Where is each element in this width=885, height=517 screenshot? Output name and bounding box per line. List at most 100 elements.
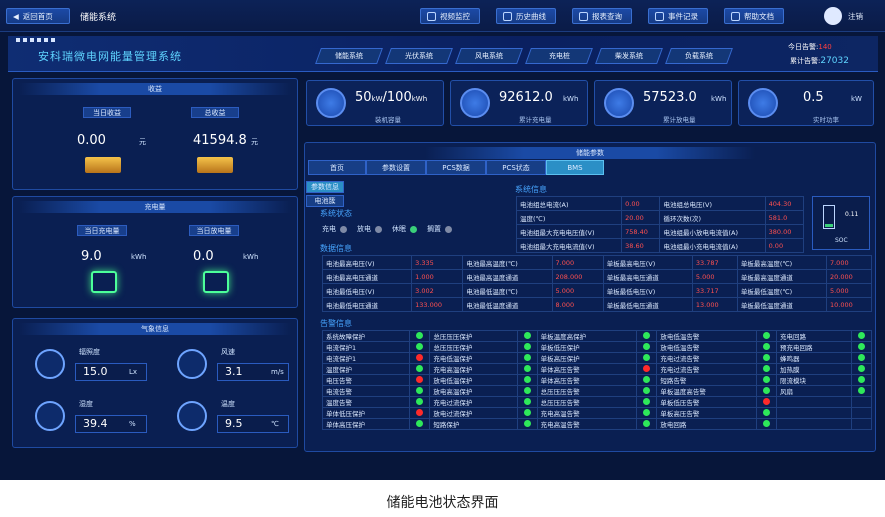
tab-storage[interactable]: 储能系统 (315, 48, 383, 64)
alarm-indicator (409, 352, 431, 364)
table-cell: 208.000 (551, 269, 604, 284)
alarm-label: 充电回路 (776, 330, 852, 342)
alarm-dot (643, 397, 651, 405)
help-doc-button[interactable]: 帮助文档 (724, 8, 784, 24)
alarm-label: 单板高压告警 (656, 407, 757, 419)
weather-title: 气象信息 (19, 323, 291, 335)
power-wave-icon (748, 88, 778, 118)
total-alarm-label: 累计告警: (790, 57, 821, 65)
total-alarm: 累计告警:27032 (790, 56, 849, 66)
power-card: 0.5 kW 实时功率 (738, 80, 874, 126)
total-discharge-value: 57523.0 (643, 90, 697, 105)
back-home-button[interactable]: ◀ 返回首页 (6, 8, 70, 24)
today-alarm: 今日告警:140 (788, 42, 832, 52)
alarm-label: 风扇 (776, 385, 852, 397)
alarm-indicator (756, 374, 777, 386)
alarm-label: 单板低压告警 (656, 396, 757, 408)
alarm-dot (858, 364, 865, 372)
alarm-indicator (756, 330, 777, 342)
alarm-indicator (409, 374, 431, 386)
alarm-dot (643, 353, 651, 361)
alarm-dot (523, 408, 531, 416)
table-cell: 133.000 (411, 297, 464, 312)
side-tab-cluster[interactable]: 电池簇 (306, 195, 344, 207)
alarm-label: 总压压压告警 (536, 396, 638, 408)
alarm-indicator (756, 352, 777, 364)
income-panel: 收益 当日收益 总收益 0.00 元 41594.8 元 (12, 78, 298, 190)
title-decoration (16, 38, 56, 42)
total-income-unit: 元 (251, 138, 258, 146)
table-cell: 0.00 (621, 196, 661, 211)
soc-fill (825, 224, 833, 227)
tab-home[interactable]: 首页 (308, 160, 366, 175)
tab-pcs-data[interactable]: PCS数据 (426, 160, 486, 175)
tab-load[interactable]: 负载系统 (665, 48, 733, 64)
table-cell: 电池组最小放电电流值(A) (659, 224, 766, 239)
alarm-indicator (636, 396, 658, 408)
video-monitor-button[interactable]: 视频监控 (420, 8, 480, 24)
alarm-dot (416, 397, 424, 405)
table-row: 电压告警 放电低温保护 单体高压告警 短路告警 限流模块 (321, 374, 872, 386)
status-item: 放电 (357, 224, 382, 234)
alarm-dot (416, 342, 424, 350)
alarm-label: 单体高压告警 (536, 374, 638, 386)
tab-bms[interactable]: BMS (546, 160, 604, 175)
alarm-label: 充电高温告警 (536, 407, 638, 419)
today-income-unit: 元 (139, 138, 146, 146)
capacity-card: 50kW/100kWh 装机容量 (306, 80, 444, 126)
table-cell: 33.787 (691, 255, 738, 270)
event-log-button[interactable]: 事件记录 (648, 8, 708, 24)
table-cell: 8.000 (551, 297, 604, 312)
user-avatar-icon[interactable] (824, 7, 842, 25)
top-bar: ◀ 返回首页 储能系统 视频监控 历史曲线 报表查询 事件记录 帮助文档 注销 (0, 0, 885, 32)
history-curve-button[interactable]: 历史曲线 (496, 8, 556, 24)
table-row: 电池组最大充电电压值(V) 758.40 电池组最小放电电流值(A) 380.00 (515, 224, 805, 239)
tab-pcs-status[interactable]: PCS状态 (486, 160, 546, 175)
alarm-indicator (409, 418, 431, 430)
side-tab-params[interactable]: 参数信息 (306, 181, 344, 193)
alarm-dot (643, 364, 651, 372)
table-row: 电流保护1 总压压压保护 单板低压保护 放电低温告警 预充电回路 (321, 341, 872, 353)
tab-charger[interactable]: 充电桩 (525, 48, 593, 64)
alarm-label: 放电低温保护 (429, 374, 518, 386)
tab-diesel[interactable]: 柴发系统 (595, 48, 663, 64)
alarm-dot (858, 375, 865, 383)
tab-wind[interactable]: 风电系统 (455, 48, 523, 64)
tab-params[interactable]: 参数设置 (366, 160, 426, 175)
alarm-dot (416, 419, 424, 427)
report-query-button[interactable]: 报表查询 (572, 8, 632, 24)
system-status-title: 系统状态 (320, 209, 352, 218)
power-value: 0.5 (803, 90, 824, 105)
alarm-dot (523, 386, 531, 394)
status-indicator (410, 225, 417, 233)
alarm-indicator (636, 363, 658, 375)
humidity-value: 39.4 (83, 417, 108, 430)
alarm-indicator (636, 407, 658, 419)
soc-box: 0.11 SOC (812, 196, 870, 250)
alarm-dot (416, 353, 424, 361)
alarm-indicator (851, 330, 872, 342)
alarm-label: 温度告警 (321, 396, 411, 408)
alarm-dot (416, 408, 424, 416)
alarm-indicator (516, 363, 538, 375)
alarm-label: 温度保护 (321, 363, 411, 375)
tab-pv[interactable]: 光伏系统 (385, 48, 453, 64)
temperature-value: 9.5 (225, 417, 243, 430)
alarm-label: 单板温度高保护 (536, 330, 638, 342)
alarm-label: 充电高温保护 (429, 363, 518, 375)
table-cell: 电池最低温度通道 (462, 297, 553, 312)
total-discharge-unit: kWh (711, 95, 727, 103)
alarm-label: 单板低压保护 (536, 341, 638, 353)
alarm-label: 加热膜 (776, 363, 852, 375)
alarm-dot (763, 331, 770, 339)
alarm-label: 电压告警 (321, 374, 411, 386)
alarm-label: 电流保护1 (321, 341, 411, 353)
capacity-value: 50kW/100kWh (355, 90, 427, 105)
today-discharge-value: 0.0 (193, 249, 214, 264)
alarm-dot (763, 342, 770, 350)
alarm-label: 充电过流保护 (429, 396, 518, 408)
logout-link[interactable]: 注销 (848, 11, 863, 22)
total-discharge-label: 累计放电量 (663, 116, 696, 124)
alarm-indicator (851, 407, 872, 419)
tab-label: 负载系统 (685, 52, 713, 60)
